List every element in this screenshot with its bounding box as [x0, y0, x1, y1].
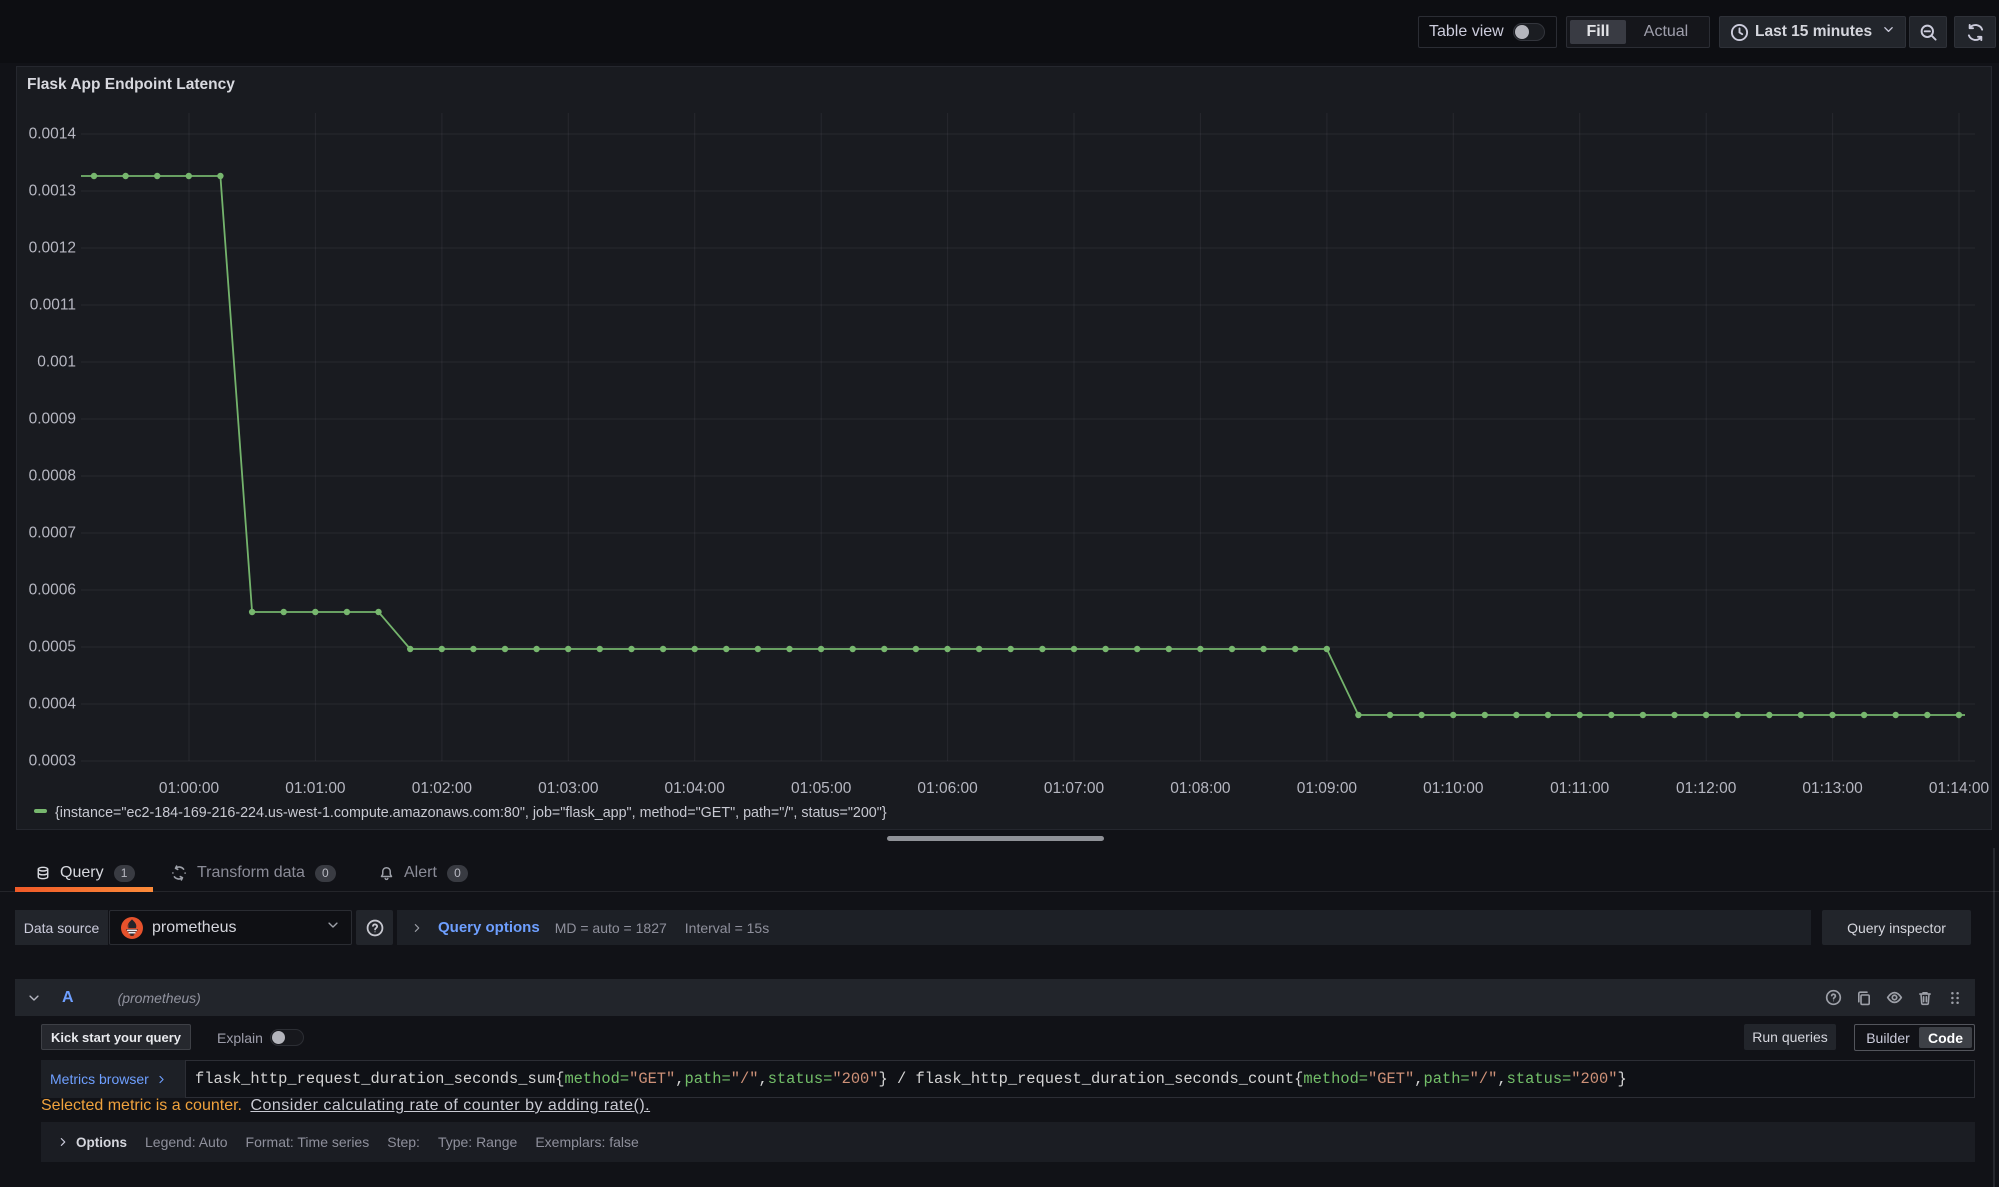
svg-text:01:13:00: 01:13:00 — [1802, 780, 1863, 797]
svg-text:01:02:00: 01:02:00 — [412, 780, 473, 797]
svg-text:01:09:00: 01:09:00 — [1297, 780, 1358, 797]
svg-text:0.0012: 0.0012 — [29, 240, 76, 257]
svg-text:01:11:00: 01:11:00 — [1550, 780, 1610, 797]
svg-text:01:08:00: 01:08:00 — [1170, 780, 1231, 797]
svg-text:0.0005: 0.0005 — [29, 639, 76, 656]
svg-text:0.0009: 0.0009 — [29, 411, 76, 428]
svg-text:0.0014: 0.0014 — [29, 126, 77, 143]
svg-text:{instance="ec2-184-169-216-224: {instance="ec2-184-169-216-224.us-west-1… — [55, 805, 887, 821]
svg-text:01:07:00: 01:07:00 — [1044, 780, 1105, 797]
svg-text:01:12:00: 01:12:00 — [1676, 780, 1737, 797]
svg-text:0.0003: 0.0003 — [29, 753, 76, 770]
svg-text:01:06:00: 01:06:00 — [917, 780, 978, 797]
svg-text:0.001: 0.001 — [37, 354, 76, 371]
svg-text:0.0008: 0.0008 — [29, 468, 76, 485]
svg-text:0.0013: 0.0013 — [29, 183, 76, 200]
svg-text:01:01:00: 01:01:00 — [285, 780, 346, 797]
svg-text:01:10:00: 01:10:00 — [1423, 780, 1484, 797]
svg-text:0.0004: 0.0004 — [29, 696, 77, 713]
svg-text:01:14:00: 01:14:00 — [1929, 780, 1990, 797]
svg-text:01:05:00: 01:05:00 — [791, 780, 852, 797]
svg-text:01:03:00: 01:03:00 — [538, 780, 599, 797]
svg-text:01:00:00: 01:00:00 — [159, 780, 220, 797]
svg-text:01:04:00: 01:04:00 — [665, 780, 726, 797]
svg-text:0.0007: 0.0007 — [29, 525, 76, 542]
svg-text:0.0006: 0.0006 — [29, 582, 76, 599]
svg-text:0.0011: 0.0011 — [30, 297, 76, 314]
